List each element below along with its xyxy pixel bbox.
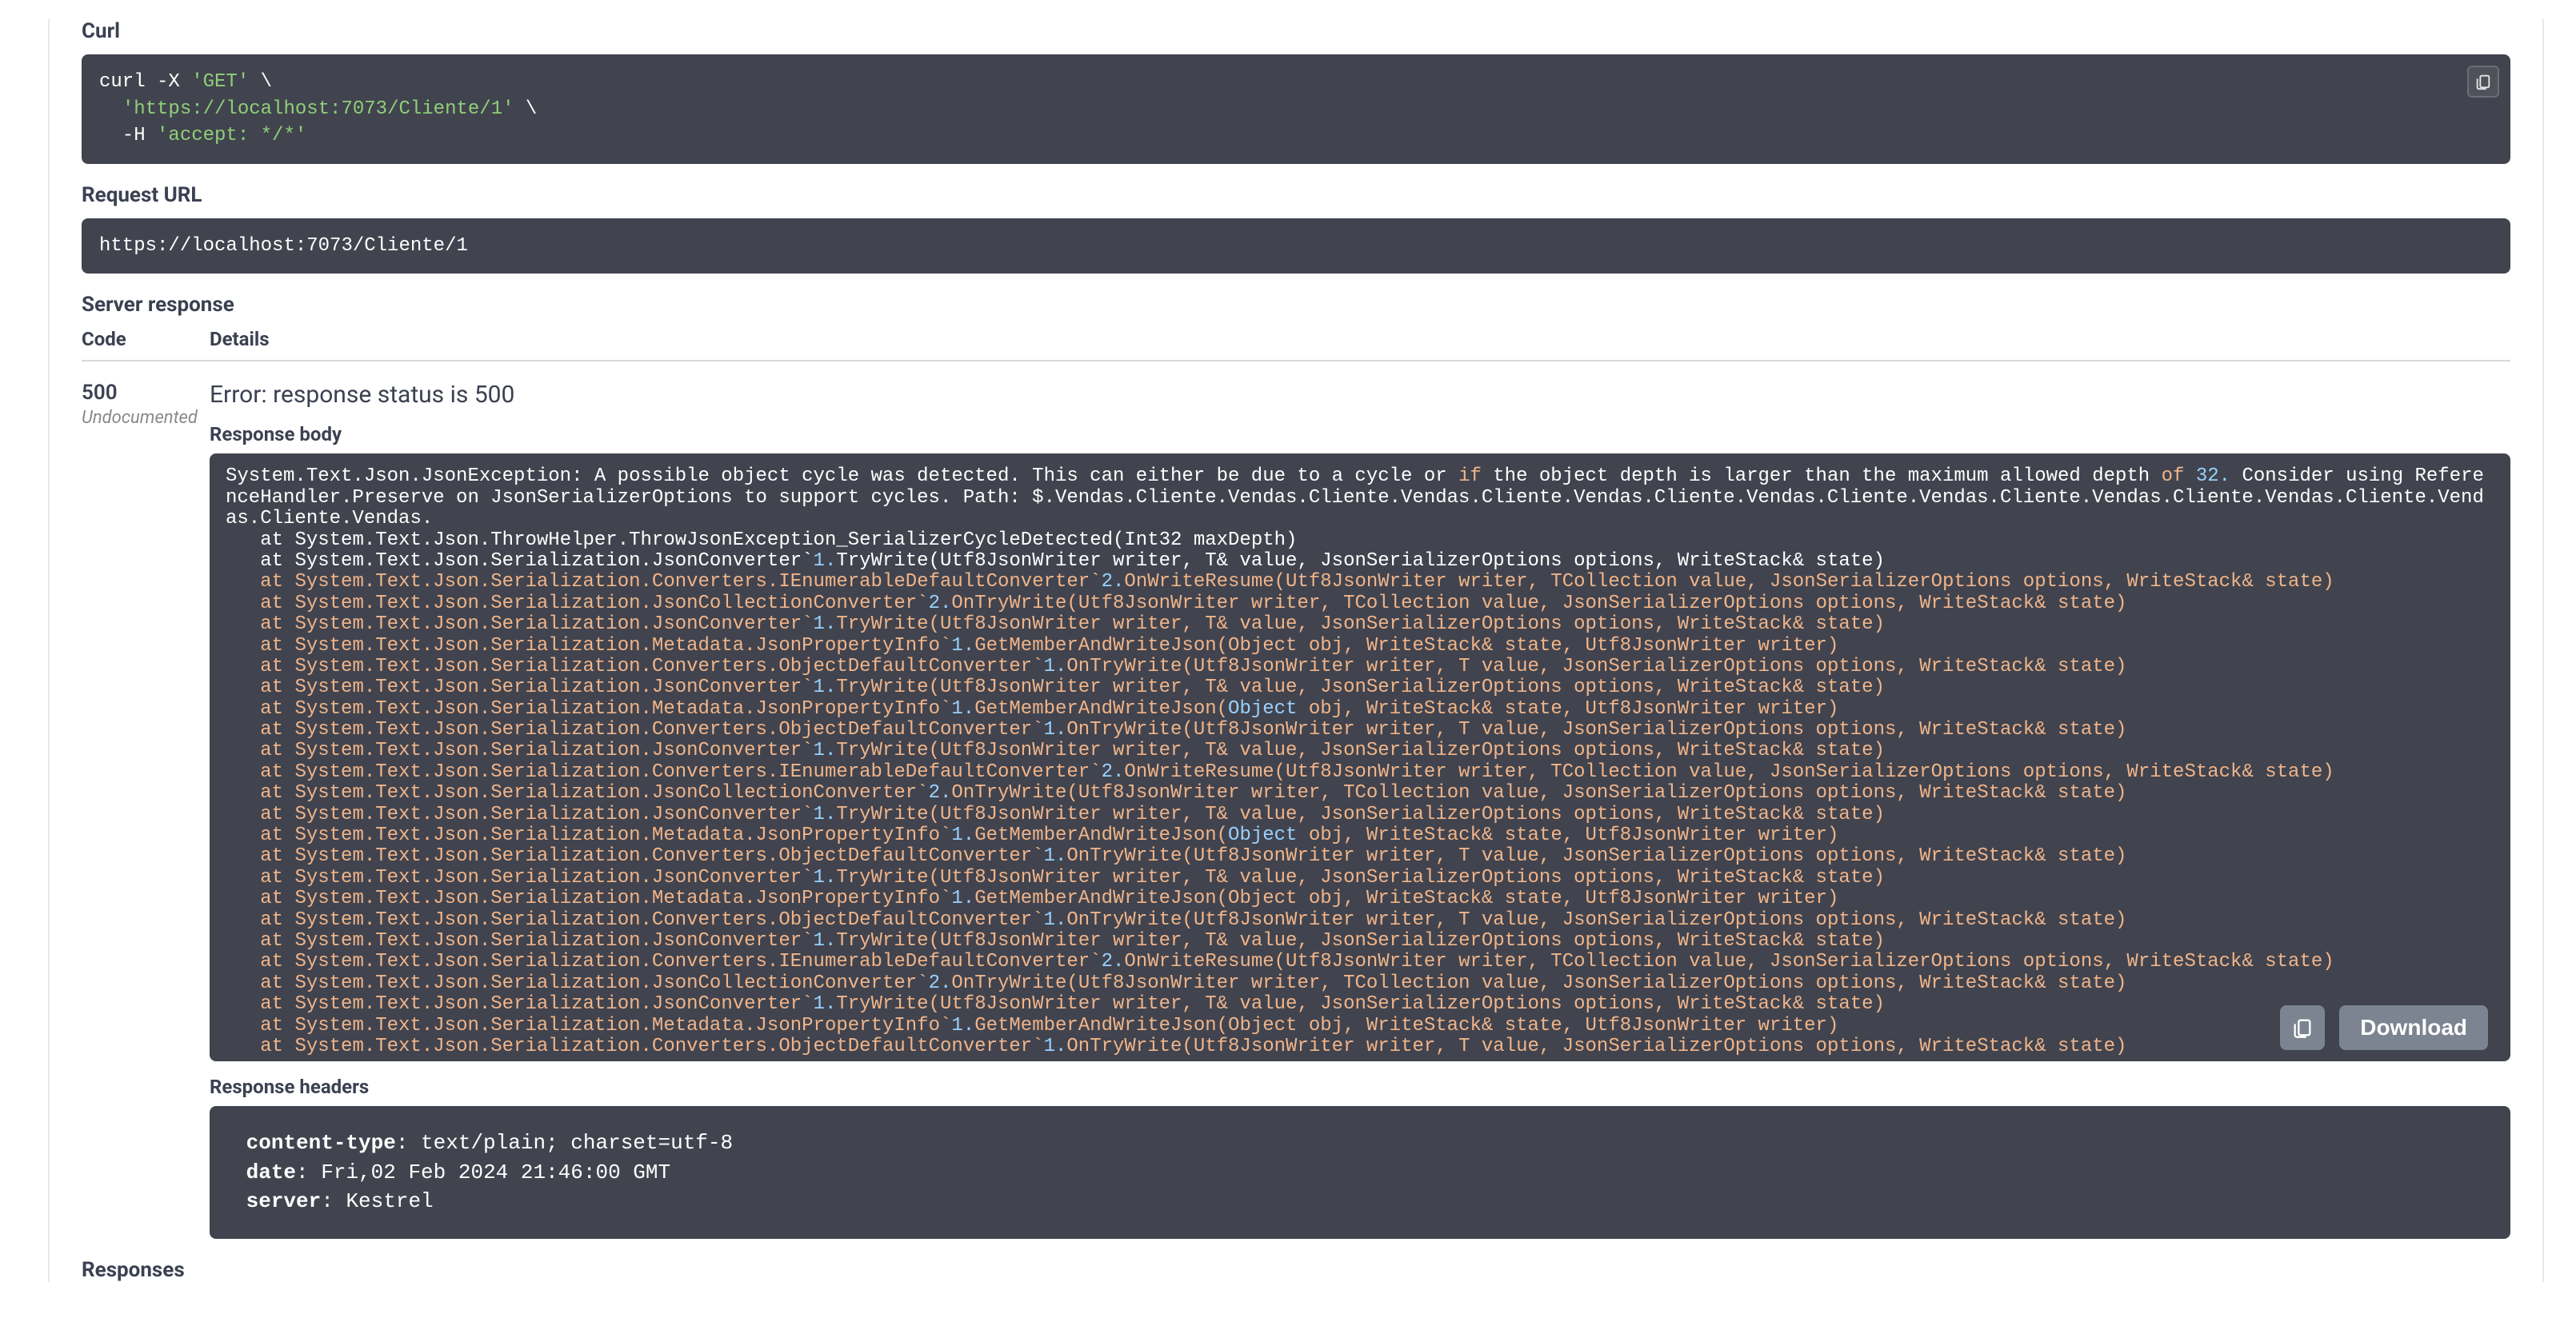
server-response-label: Server response (82, 293, 2510, 317)
error-status-line: Error: response status is 500 (210, 381, 2510, 409)
response-headers-block: content-type: text/plain; charset=utf-8 … (210, 1106, 2510, 1238)
curl-l1c: \ (249, 71, 272, 93)
copy-response-button[interactable] (2280, 1005, 2325, 1050)
clipboard-icon (2474, 73, 2492, 90)
request-url-value: https://localhost:7073/Cliente/1 (99, 235, 468, 257)
copy-curl-button[interactable] (2467, 66, 2499, 98)
column-details: Details (210, 328, 2510, 350)
request-url-label: Request URL (82, 183, 2510, 207)
response-body-label: Response body (210, 423, 2510, 445)
status-undocumented: Undocumented (82, 408, 210, 428)
curl-l2c: \ (514, 98, 538, 120)
status-code: 500 (82, 381, 210, 405)
curl-l1a: curl -X (99, 71, 191, 93)
curl-l3b: 'accept: */*' (157, 125, 306, 146)
curl-l1b: 'GET' (191, 71, 249, 93)
response-headers-label: Response headers (210, 1076, 2510, 1098)
curl-l3a: -H (99, 125, 157, 146)
curl-command-block: curl -X 'GET' \ 'https://localhost:7073/… (82, 54, 2510, 164)
response-body-block: System.Text.Json.JsonException: A possib… (210, 453, 2510, 1061)
response-body-scroll[interactable]: System.Text.Json.JsonException: A possib… (210, 453, 2510, 1061)
clipboard-icon (2291, 1016, 2314, 1039)
responses-label: Responses (82, 1258, 2510, 1282)
curl-label: Curl (82, 19, 2510, 43)
download-button[interactable]: Download (2339, 1005, 2488, 1050)
curl-l2a (99, 98, 122, 120)
column-code: Code (82, 328, 210, 350)
curl-l2b: 'https://localhost:7073/Cliente/1' (122, 98, 514, 120)
request-url-block: https://localhost:7073/Cliente/1 (82, 218, 2510, 274)
